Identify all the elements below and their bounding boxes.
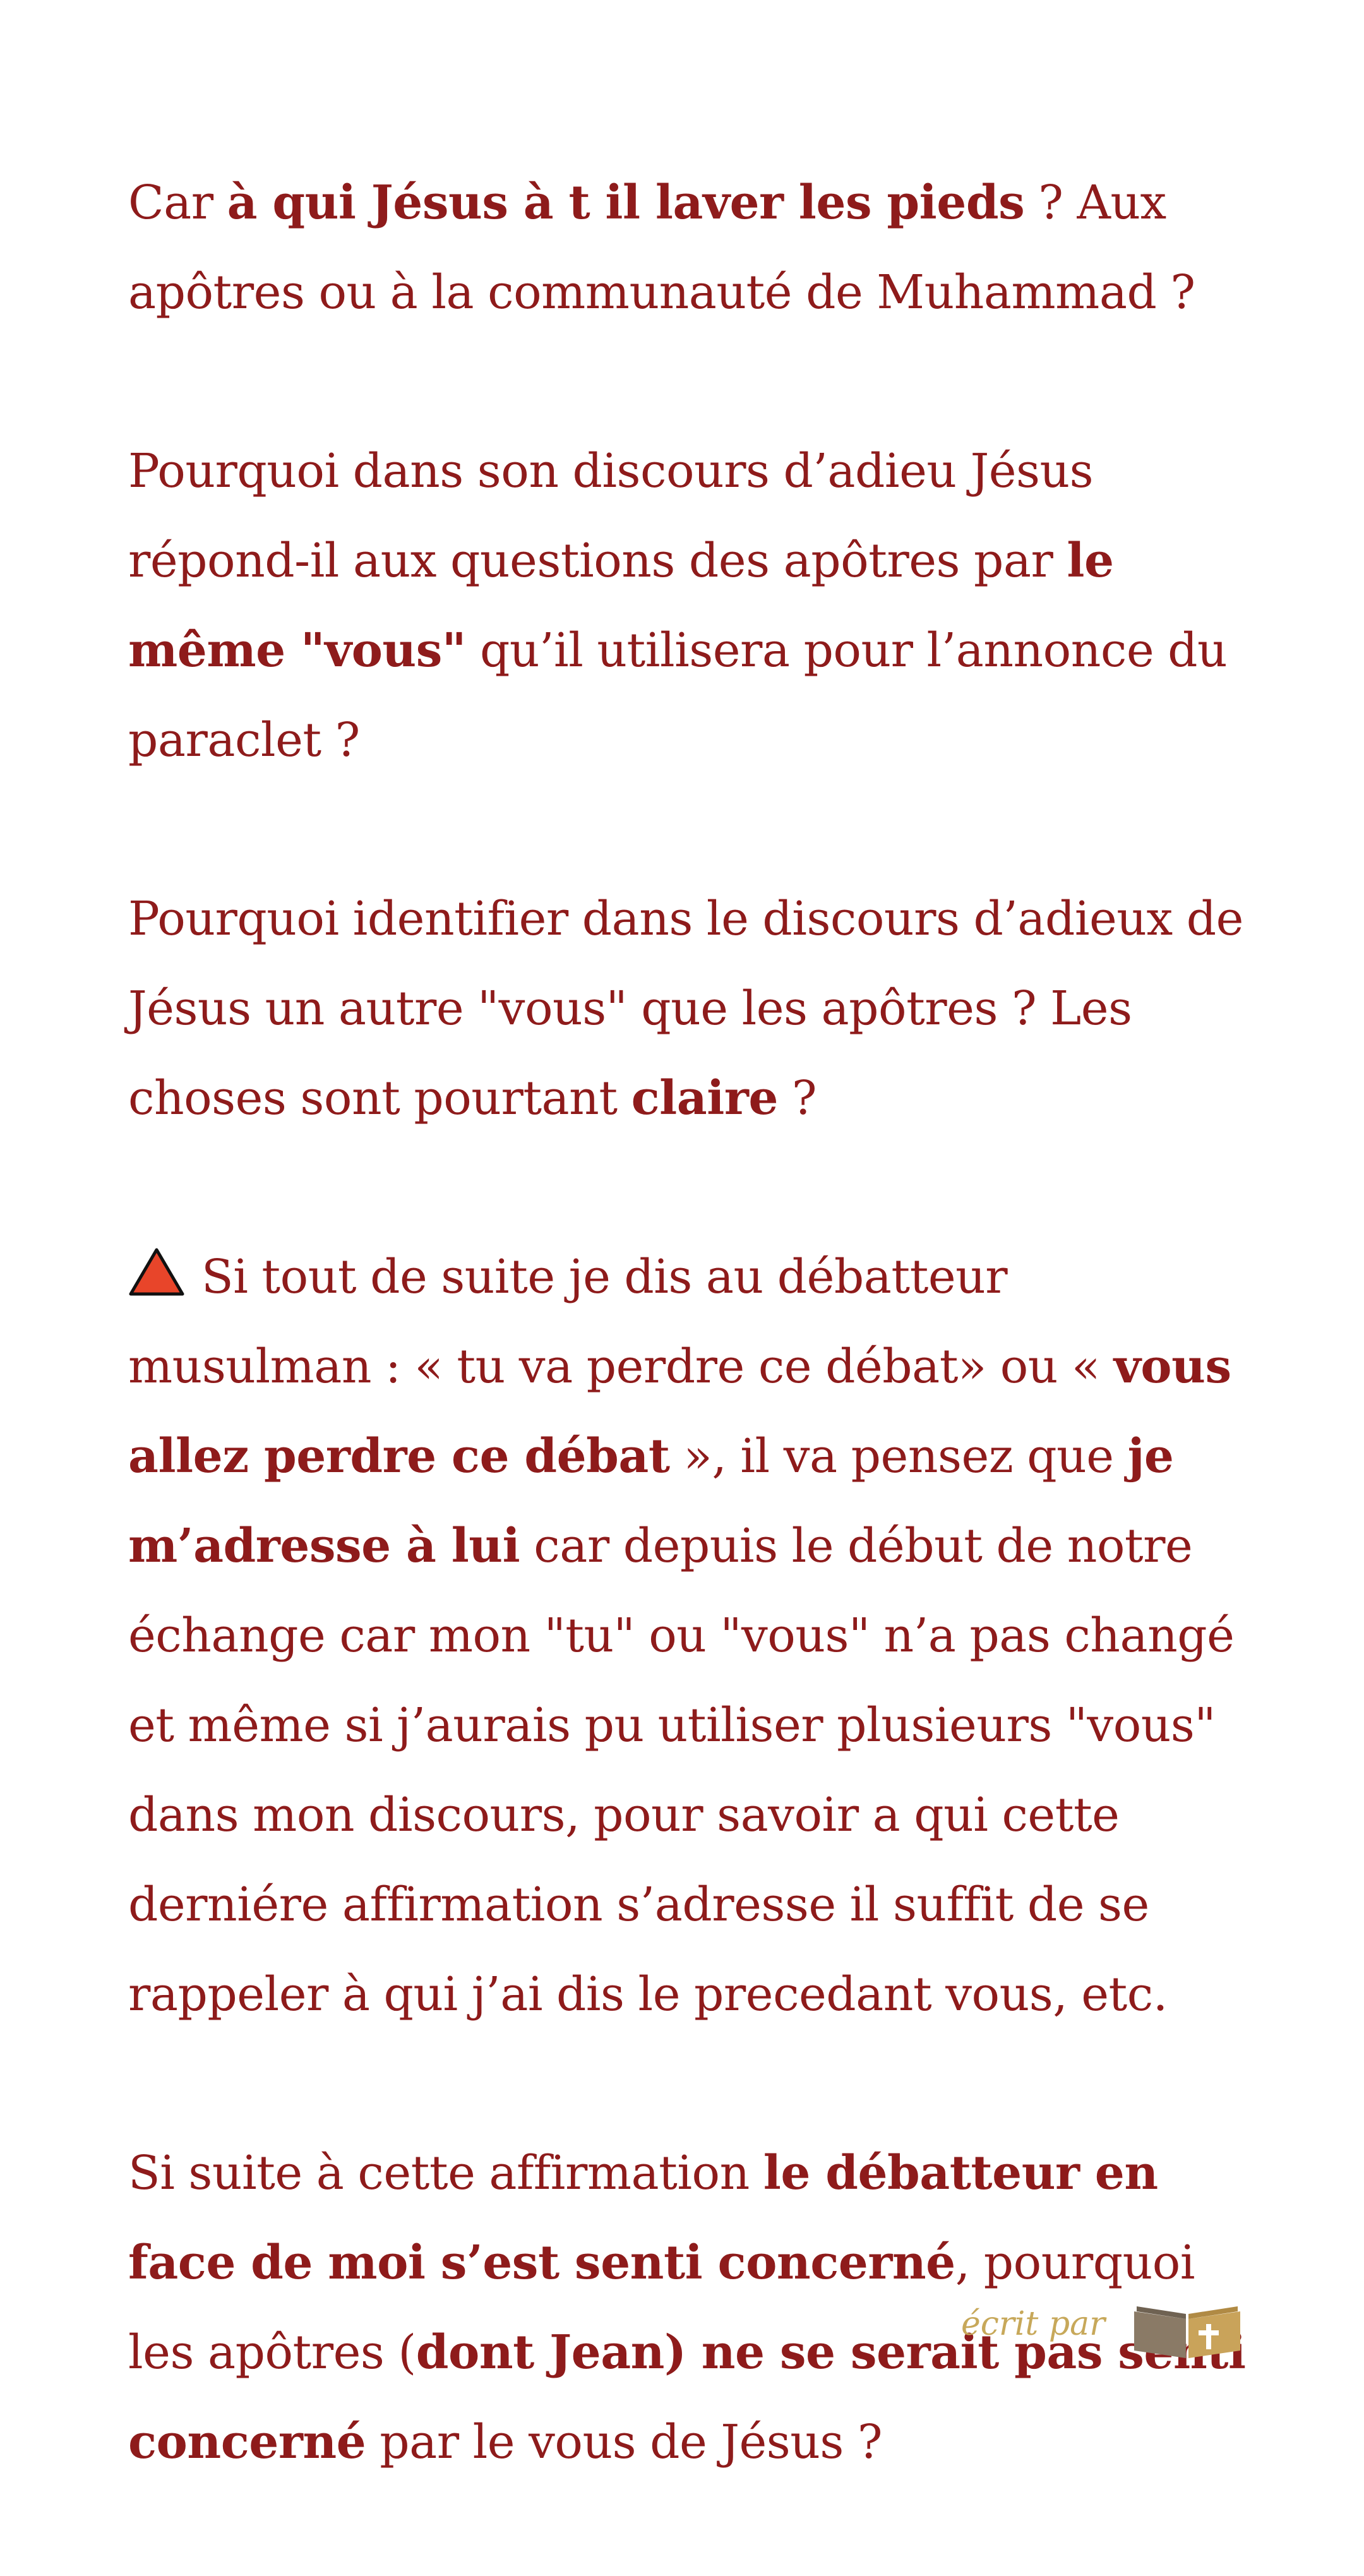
author-footer: écrit par: [961, 2292, 1244, 2362]
text-segment: car depuis le début de notre échange car…: [128, 1519, 1235, 2022]
text-segment: Si suite à cette affirmation: [128, 2146, 763, 2200]
paragraph-2: Pourquoi dans son discours d’adieu Jésus…: [128, 426, 1246, 785]
warning-triangle-icon: [129, 1248, 184, 1296]
text-segment: Si tout de suite je dis au débatteur mus…: [128, 1250, 1114, 1394]
paragraph-3: Pourquoi identifier dans le discours d’a…: [128, 874, 1246, 1143]
paragraph-4: Si tout de suite je dis au débatteur mus…: [128, 1232, 1246, 2039]
credit-text: écrit par: [961, 2305, 1105, 2343]
text-segment: », il va pensez que: [669, 1429, 1128, 1483]
bold-segment: à qui Jésus à t il laver les pieds: [227, 176, 1025, 230]
text-segment: par le vous de Jésus ?: [366, 2415, 883, 2469]
text-segment: ?: [777, 1071, 817, 1125]
open-book-cross-icon: [1134, 2306, 1240, 2358]
article-body: Car à qui Jésus à t il laver les pieds ?…: [128, 158, 1246, 2576]
bold-segment: claire: [631, 1071, 779, 1125]
text-segment: Car: [128, 176, 227, 230]
paragraph-1: Car à qui Jésus à t il laver les pieds ?…: [128, 158, 1246, 337]
text-segment: Pourquoi dans son discours d’adieu Jésus…: [128, 444, 1094, 588]
